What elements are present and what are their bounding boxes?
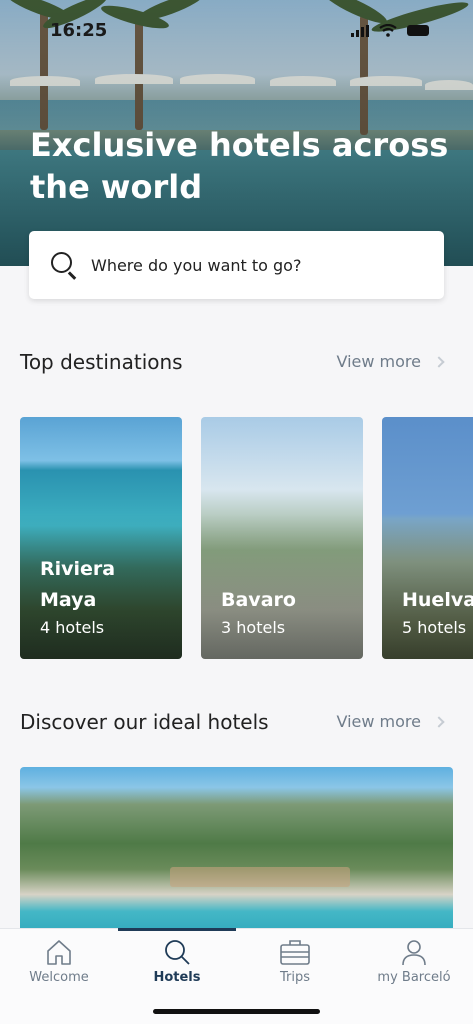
battery-icon [407,25,429,36]
section-title-top-destinations: Top destinations [20,350,183,374]
view-more-label: View more [336,712,422,731]
destination-hotel-count: 3 hotels [221,618,286,637]
chevron-right-icon [433,355,445,368]
search-box[interactable]: Where do you want to go? [29,231,444,299]
tab-welcome[interactable]: Welcome [0,936,118,985]
tab-label: Hotels [153,970,201,985]
home-icon [47,940,71,965]
hotel-buildings [170,867,350,887]
status-time: 16:25 [50,20,108,41]
active-tab-indicator [118,928,236,931]
destination-name: Bavaro [221,589,296,611]
chevron-right-icon [433,715,445,728]
tab-trips[interactable]: Trips [236,936,354,985]
search-icon [51,252,77,280]
signal-icon [351,24,369,37]
search-placeholder: Where do you want to go? [91,255,302,275]
wifi-icon [379,24,397,37]
destination-hotel-count: 4 hotels [40,618,105,637]
destination-card[interactable]: Bavaro 3 hotels [201,417,363,659]
view-more-destinations[interactable]: View more [336,352,445,371]
tab-label: Trips [279,970,310,985]
tab-label: Welcome [29,970,89,985]
hotel-feature-card[interactable] [20,767,453,937]
tab-hotels[interactable]: Hotels [118,936,236,985]
status-icons [351,24,429,37]
user-icon [402,940,426,966]
tab-my-barcelo[interactable]: my Barceló [355,936,473,985]
view-more-hotels[interactable]: View more [336,712,445,731]
search-icon [165,940,190,965]
destination-name: Riviera Maya [40,558,116,611]
section-title-ideal-hotels: Discover our ideal hotels [20,710,269,734]
destination-name: Huelva [402,589,473,611]
destination-hotel-count: 5 hotels [402,618,467,637]
hero-title: Exclusive hotels across the world [30,126,449,206]
destination-card[interactable]: Riviera Maya 4 hotels [20,417,182,659]
tab-label: my Barceló [377,970,451,985]
view-more-label: View more [336,352,422,371]
suitcase-icon [280,940,310,965]
home-indicator [153,1009,320,1014]
destination-card[interactable]: Huelva 5 hotels [382,417,473,659]
